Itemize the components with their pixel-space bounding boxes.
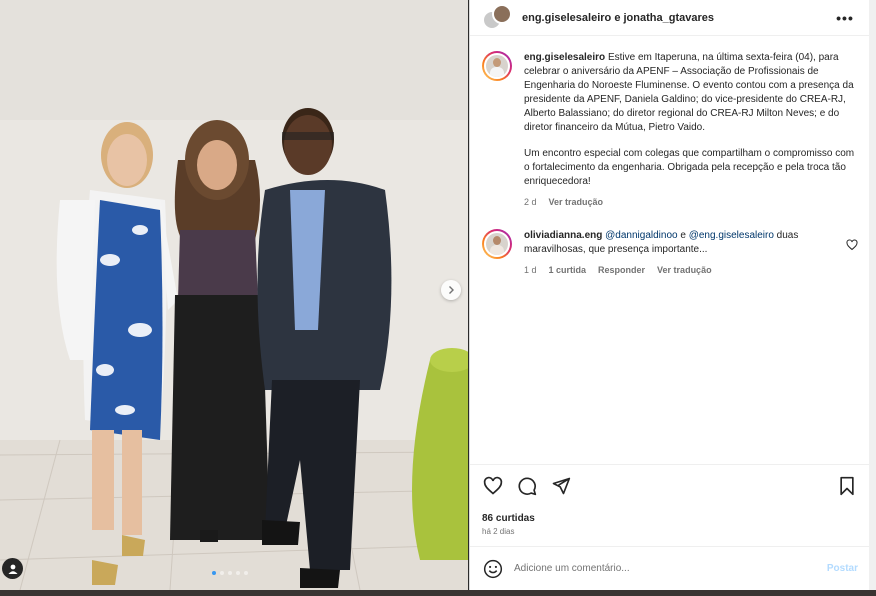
- caption-text-1: Estive em Itaperuna, na última sexta-fei…: [524, 52, 854, 133]
- likes-count[interactable]: 86 curtidas: [482, 513, 858, 524]
- caption-body: eng.giselesaleiro Estive em Itaperuna, n…: [524, 51, 858, 209]
- comments-section: eng.giselesaleiro Estive em Itaperuna, n…: [470, 37, 870, 463]
- avatar[interactable]: [482, 229, 512, 259]
- carousel-dot: [244, 571, 248, 575]
- comment-meta: 1 d 1 curtida Responder Ver tradução: [524, 263, 842, 277]
- comment-time: 1 d: [524, 265, 537, 275]
- add-comment-bar: Postar: [470, 546, 870, 590]
- photo-illustration: [0, 0, 468, 590]
- share-button[interactable]: [550, 475, 572, 497]
- emoji-button[interactable]: [482, 558, 504, 580]
- carousel-dot: [236, 571, 240, 575]
- comment-username[interactable]: oliviadianna.eng: [524, 230, 602, 241]
- post-comment-button[interactable]: Postar: [827, 563, 858, 574]
- chevron-right-icon: [449, 286, 454, 294]
- tagged-users-button[interactable]: [2, 558, 23, 579]
- share-icon: [552, 477, 571, 495]
- carousel-dot: [228, 571, 232, 575]
- post-side-panel: eng.giselesaleiro e jonatha_gtavares •••…: [469, 0, 870, 590]
- posted-time: há 2 dias: [482, 527, 515, 536]
- avatar[interactable]: [482, 51, 512, 81]
- post-header: eng.giselesaleiro e jonatha_gtavares •••: [470, 0, 869, 36]
- comment-button[interactable]: [516, 475, 538, 497]
- caption-text-2: Um encontro especial com colegas que com…: [524, 148, 855, 187]
- translate-link[interactable]: Ver tradução: [657, 263, 712, 277]
- comment-body: oliviadianna.eng @dannigaldinoo e @eng.g…: [524, 229, 858, 277]
- bookmark-icon: [840, 476, 854, 496]
- translate-link[interactable]: Ver tradução: [549, 195, 604, 209]
- comment-item: oliviadianna.eng @dannigaldinoo e @eng.g…: [482, 229, 858, 277]
- action-bar: [482, 475, 858, 497]
- like-comment-icon[interactable]: [846, 239, 858, 251]
- background-strip: [869, 0, 876, 596]
- carousel-indicator: [212, 571, 248, 575]
- emoji-icon: [483, 559, 503, 578]
- heart-icon: [483, 476, 503, 495]
- post-authors[interactable]: eng.giselesaleiro e jonatha_gtavares: [522, 12, 833, 24]
- comment-icon: [518, 477, 537, 496]
- caption: eng.giselesaleiro Estive em Itaperuna, n…: [482, 51, 858, 209]
- post-photo[interactable]: [0, 0, 468, 590]
- carousel-next-button[interactable]: [441, 280, 461, 300]
- comment-mention[interactable]: @dannigaldinoo: [605, 230, 677, 241]
- save-button[interactable]: [836, 475, 858, 497]
- reply-button[interactable]: Responder: [598, 263, 645, 277]
- comment-likes[interactable]: 1 curtida: [549, 263, 587, 277]
- background-strip: [0, 590, 876, 596]
- avatar: [492, 3, 512, 24]
- comment-mention[interactable]: @eng.giselesaleiro: [689, 230, 774, 241]
- user-tag-icon: [8, 564, 17, 574]
- like-button[interactable]: [482, 475, 504, 497]
- caption-time: 2 d: [524, 197, 537, 207]
- post-actions: 86 curtidas há 2 dias: [470, 464, 870, 536]
- caption-username[interactable]: eng.giselesaleiro: [524, 52, 605, 63]
- caption-meta: 2 d Ver tradução: [524, 195, 858, 209]
- carousel-dot: [212, 571, 216, 575]
- more-options-button[interactable]: •••: [833, 8, 857, 28]
- collab-avatars[interactable]: [482, 3, 512, 32]
- carousel-dot: [220, 571, 224, 575]
- post-viewer: eng.giselesaleiro e jonatha_gtavares •••…: [0, 0, 876, 596]
- comment-text-conj: e: [677, 230, 689, 241]
- comment-input[interactable]: [514, 563, 827, 574]
